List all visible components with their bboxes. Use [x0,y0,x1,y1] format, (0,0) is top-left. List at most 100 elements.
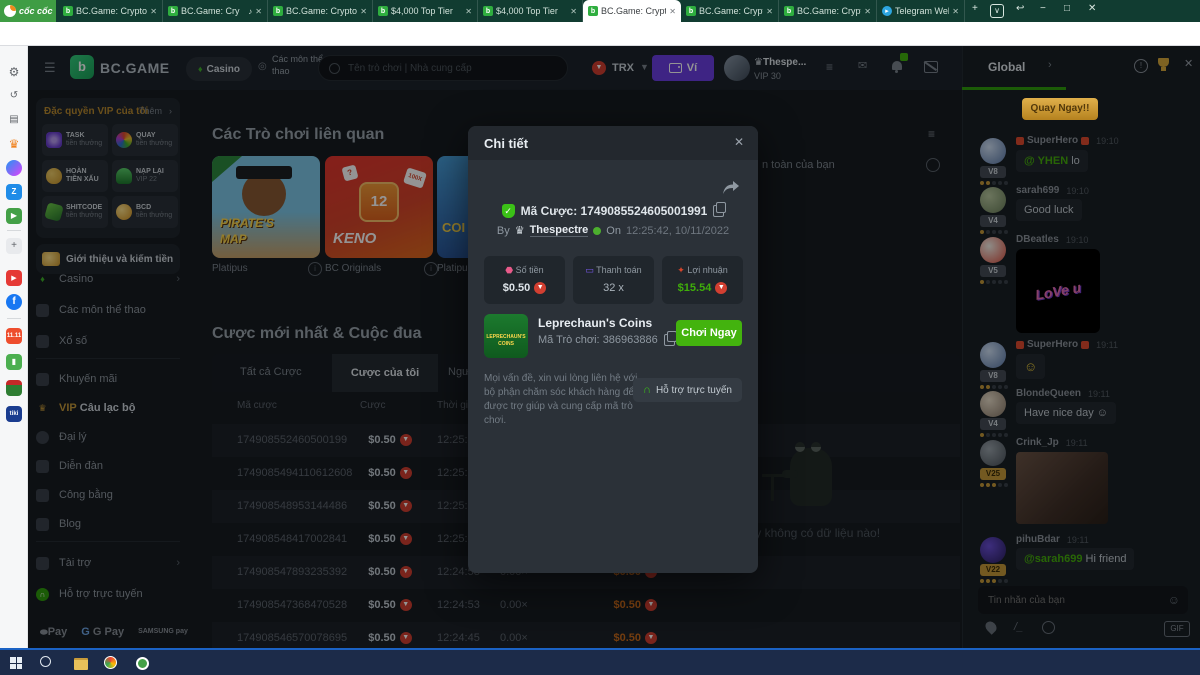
shopee-sale-icon[interactable]: 11.11 [6,328,22,344]
coccoc-logo-icon [4,5,16,17]
tab-title: BC.Game: Crypto [601,6,666,16]
tab-close-icon[interactable]: ✕ [360,7,367,16]
bet-by-row: By ♛ Thespectre On 12:25:42, 10/11/2022 [468,224,758,237]
screen: cốc cốc b BC.Game: Crypto ✕ b BC.Game: C… [0,0,1200,675]
tab-audio-icon[interactable]: ♪ [248,7,252,16]
windows-taskbar: ∧ ◄) ENG 7:11 PM 11/10/2022 [0,648,1200,675]
tab-close-icon[interactable]: ✕ [570,7,577,16]
sidebar-divider [7,230,21,231]
tab-close-icon[interactable]: ✕ [952,7,959,16]
tab-close-icon[interactable]: ✕ [864,7,871,16]
tab-search-icon[interactable]: ∨ [990,4,1004,18]
tab-title: BC.Game: Crypto [699,6,763,16]
chrome-icon[interactable] [104,656,117,669]
browser-tab-3[interactable]: b BC.Game: Crypto ✕ [268,0,373,22]
verified-shield-icon[interactable]: ✓ [502,204,515,218]
tab-title: $4,000 Top Tier [391,6,462,16]
browser-tab-6-active[interactable]: b BC.Game: Crypto ✕ [583,0,681,22]
tab-close-icon[interactable]: ✕ [255,7,262,16]
taskbar-search-icon[interactable] [40,656,51,667]
messenger-icon[interactable] [6,160,22,176]
browser-tab-5[interactable]: b $4,000 Top Tier ✕ [478,0,583,22]
payout-card-icon: ▭ [585,265,594,275]
browser-address-bar: ← → ↻ bc.game/vi/game/leprechaun-s-coins… [0,22,1200,46]
browser-tab-telegram[interactable]: ▸ Telegram Web ✕ [877,0,965,22]
bcgame-favicon: b [588,6,598,16]
coccoc-taskbar-icon[interactable] [136,657,149,670]
window-minimize-button[interactable]: − [1040,4,1046,14]
new-tab-button[interactable]: + [972,4,978,14]
browser-tab-7[interactable]: b BC.Game: Crypto ✕ [681,0,779,22]
crown-vip-icon[interactable]: ♛ [6,136,22,152]
modal-close-icon[interactable]: ✕ [734,135,744,149]
bet-id-text: Mã Cược: 1749085524605001991 [521,204,708,218]
trx-coin-icon: ▼ [534,282,546,294]
tab-close-icon[interactable]: ✕ [150,7,157,16]
bet-timestamp: 12:25:42, 10/11/2022 [626,225,729,237]
bcgame-favicon: b [784,6,794,16]
bcgame-favicon: b [63,6,73,16]
bcgame-favicon: b [273,6,283,16]
graduation-cap-icon[interactable] [6,380,22,396]
bcgame-favicon: b [483,6,493,16]
tab-title: BC.Game: Crypto [286,6,357,16]
play-now-button[interactable]: Chơi Ngay [676,320,742,346]
add-shortcut-icon[interactable]: + [6,238,22,254]
facebook-icon[interactable]: f [6,294,22,310]
player-crown-icon: ♛ [515,224,525,237]
copy-icon[interactable] [713,205,724,217]
youtube-icon[interactable]: ▶ [6,270,22,286]
modal-title: Chi tiết [484,136,528,151]
stat-card-amount: ⬣ Số tiền $0.50▼ [484,256,565,304]
tiki-icon[interactable]: tiki [6,406,22,422]
trx-coin-icon: ▼ [715,282,727,294]
help-text: Mọi vấn đề, xin vui lòng liên hệ với bộ … [484,372,644,428]
money-bag-icon: ⬣ [505,265,513,275]
browser-tab-8[interactable]: b BC.Game: Crypto ✕ [779,0,877,22]
browser-tab-4[interactable]: b $4,000 Top Tier ✕ [373,0,478,22]
tab-title: $4,000 Top Tier [496,6,567,16]
telegram-favicon: ▸ [882,6,892,16]
window-maximize-button[interactable]: □ [1064,4,1070,14]
bcgame-favicon: b [168,6,178,16]
battery-saver-icon[interactable]: ▮ [6,354,22,370]
game-thumbnail[interactable]: LEPRECHAUN'SCOINS [484,314,528,358]
history-icon[interactable]: ↺ [6,88,22,104]
tab-title: Telegram Web [895,6,949,16]
browser-tab-bar: cốc cốc b BC.Game: Crypto ✕ b BC.Game: C… [0,0,1200,22]
frog-emoji-icon [593,227,601,235]
sidebar-divider [7,318,21,319]
zalo-icon[interactable]: Z [6,184,22,200]
settings-gear-icon[interactable]: ⚙ [6,64,22,80]
coccoc-brand[interactable]: cốc cốc [0,0,56,22]
share-arrow-icon[interactable] [722,180,740,196]
window-close-button[interactable]: ✕ [1088,4,1096,14]
tab-close-icon[interactable]: ✕ [669,7,676,16]
on-label: On [606,225,621,237]
tab-title: BC.Game: Cry [181,6,245,16]
bet-id-row: ✓ Mã Cược: 1749085524605001991 [468,204,758,218]
game-id-row: Mã Trò chơi: 386963886 [538,334,675,346]
browser-tab-2[interactable]: b BC.Game: Cry ♪ ✕ [163,0,268,22]
recent-tabs-icon[interactable]: ↩ [1016,4,1024,14]
browser-tab-1[interactable]: b BC.Game: Crypto ✕ [58,0,163,22]
tab-title: BC.Game: Crypto [76,6,147,16]
coccoc-brand-label: cốc cốc [19,6,53,16]
stat-card-profit: ✦ Lợi nhuận $15.54▼ [662,256,743,304]
modal-header: Chi tiết ✕ [468,126,758,160]
spin-now-button[interactable]: Quay Ngay!! [1022,98,1098,120]
by-label: By [497,225,510,237]
game-title: Leprechaun's Coins [538,316,652,330]
file-explorer-icon[interactable] [74,658,88,670]
copy-icon[interactable] [664,334,675,346]
bcgame-favicon: b [686,6,696,16]
tab-close-icon[interactable]: ✕ [766,7,773,16]
tab-close-icon[interactable]: ✕ [465,7,472,16]
headset-icon: ∩ [643,384,651,396]
start-button[interactable] [10,657,22,669]
player-name-link[interactable]: Thespectre [530,224,589,237]
news-feed-icon[interactable]: ▤ [6,112,22,128]
profit-hand-icon: ✦ [677,265,685,275]
games-icon[interactable]: ▶ [6,208,22,224]
live-support-button[interactable]: ∩ Hỗ trợ trực tuyến [633,378,742,402]
